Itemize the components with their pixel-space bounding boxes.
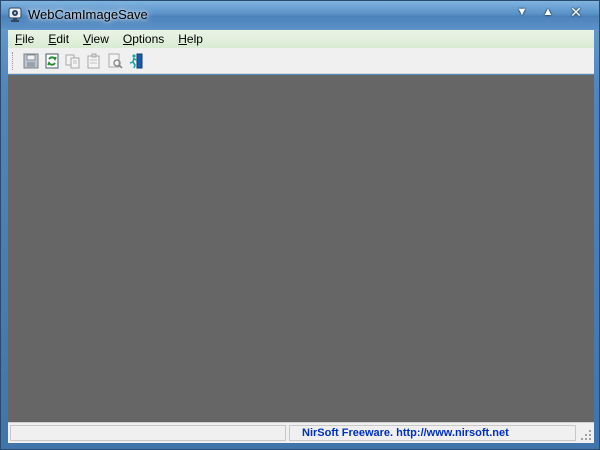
refresh-icon	[45, 53, 59, 68]
title-bar[interactable]: WebCamImageSave ▼ ▲ ✕	[1, 1, 599, 29]
close-button[interactable]: ✕	[561, 3, 591, 21]
menu-file[interactable]: File	[8, 30, 41, 48]
status-pane-left	[10, 425, 286, 441]
menu-edit[interactable]: Edit	[41, 30, 76, 48]
exit-icon	[129, 53, 143, 68]
app-window: WebCamImageSave ▼ ▲ ✕ File Edit View Opt…	[0, 0, 600, 450]
copy-icon	[65, 54, 80, 68]
menu-bar: File Edit View Options Help	[8, 30, 594, 48]
minimize-button[interactable]: ▼	[509, 3, 535, 21]
menu-view[interactable]: View	[76, 30, 116, 48]
refresh-button[interactable]	[42, 51, 62, 71]
window-title: WebCamImageSave	[28, 7, 148, 22]
menu-options[interactable]: Options	[116, 30, 171, 48]
copy-button[interactable]	[63, 51, 83, 71]
exit-button[interactable]	[126, 51, 146, 71]
properties-icon	[87, 53, 100, 68]
webcam-app-icon[interactable]	[8, 7, 22, 23]
status-bar: NirSoft Freeware. http://www.nirsoft.net	[8, 422, 594, 443]
save-icon	[23, 53, 39, 68]
window-controls: ▼ ▲ ✕	[509, 3, 591, 21]
save-button[interactable]	[21, 51, 41, 71]
find-button[interactable]	[105, 51, 125, 71]
resize-grip-icon[interactable]	[580, 429, 592, 441]
menu-help[interactable]: Help	[171, 30, 210, 48]
maximize-button[interactable]: ▲	[535, 3, 561, 21]
find-icon	[108, 53, 123, 69]
image-view-area[interactable]	[8, 75, 594, 422]
toolbar	[8, 48, 594, 74]
properties-button[interactable]	[84, 51, 104, 71]
nirsoft-link[interactable]: NirSoft Freeware. http://www.nirsoft.net	[289, 425, 576, 441]
toolbar-grip[interactable]	[12, 51, 15, 70]
